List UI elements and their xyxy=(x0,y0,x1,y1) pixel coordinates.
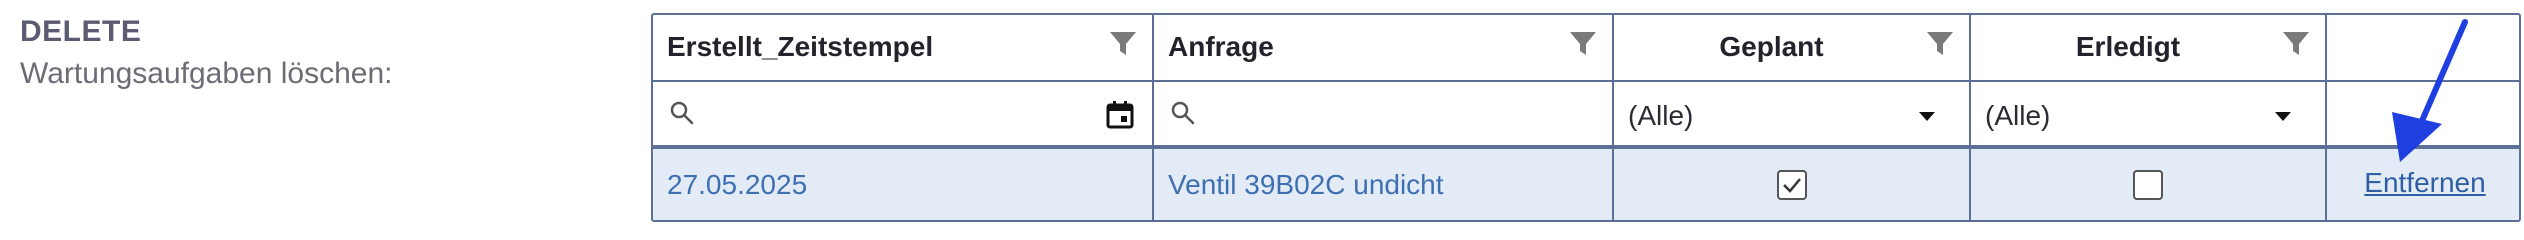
chevron-down-icon xyxy=(2275,111,2291,121)
column-header-actions xyxy=(2326,15,2519,81)
search-icon xyxy=(670,101,694,124)
filter-funnel-icon[interactable] xyxy=(1925,29,1955,59)
cell-anfrage[interactable]: Ventil 39B02C undicht xyxy=(1153,147,1614,220)
maintenance-tasks-grid: Erstellt_Zeitstempel Anfrage Geplant Erl… xyxy=(651,13,2521,222)
cell-actions: Entfernen xyxy=(2326,147,2519,220)
geplant-filter-value: (Alle) xyxy=(1628,99,1694,131)
filter-funnel-icon[interactable] xyxy=(2281,29,2311,59)
section-subtitle: Wartungsaufgaben löschen: xyxy=(20,57,393,90)
section-header: DELETE Wartungsaufgaben löschen: xyxy=(20,12,392,96)
search-icon xyxy=(1171,101,1195,124)
cell-erstellt-zeitstempel[interactable]: 27.05.2025 xyxy=(653,147,1154,220)
filter-geplant[interactable]: (Alle) xyxy=(1613,80,1971,148)
erledigt-filter-value: (Alle) xyxy=(1985,99,2051,131)
column-header-geplant[interactable]: Geplant xyxy=(1613,15,1971,81)
cell-value: 27.05.2025 xyxy=(667,169,808,201)
cell-value: Ventil 39B02C undicht xyxy=(1168,169,1444,201)
column-label: Erstellt_Zeitstempel xyxy=(667,31,934,62)
erledigt-filter-select[interactable]: (Alle) xyxy=(1985,96,2311,136)
checkmark-icon xyxy=(1782,177,1801,193)
filter-erledigt[interactable]: (Alle) xyxy=(1970,80,2327,148)
section-title: DELETE xyxy=(20,15,142,48)
geplant-checkbox-checked[interactable] xyxy=(1776,169,1807,200)
column-label: Anfrage xyxy=(1168,31,1274,62)
column-label: Geplant xyxy=(1719,31,1824,62)
column-header-erstellt-zeitstempel[interactable]: Erstellt_Zeitstempel xyxy=(653,15,1154,81)
column-label: Erledigt xyxy=(2075,31,2181,62)
filter-funnel-icon[interactable] xyxy=(1568,29,1598,59)
remove-link[interactable]: Entfernen xyxy=(2327,167,2519,199)
filter-funnel-icon[interactable] xyxy=(1108,29,1138,59)
cell-erledigt[interactable] xyxy=(1970,147,2327,220)
cell-geplant[interactable] xyxy=(1613,147,1971,220)
grid-filter-row: (Alle) (Alle) xyxy=(653,80,2519,148)
filter-erstellt-zeitstempel[interactable] xyxy=(653,80,1154,148)
filter-anfrage[interactable] xyxy=(1153,80,1614,148)
grid-header-row: Erstellt_Zeitstempel Anfrage Geplant Erl… xyxy=(653,15,2519,81)
column-header-anfrage[interactable]: Anfrage xyxy=(1153,15,1614,81)
erledigt-checkbox-unchecked[interactable] xyxy=(2133,169,2163,200)
table-row[interactable]: 27.05.2025 Ventil 39B02C undicht Entfern… xyxy=(653,147,2519,220)
geplant-filter-select[interactable]: (Alle) xyxy=(1628,96,1955,136)
filter-actions xyxy=(2326,81,2519,148)
column-header-erledigt[interactable]: Erledigt xyxy=(1970,15,2327,81)
calendar-icon[interactable] xyxy=(1104,99,1136,131)
chevron-down-icon xyxy=(1919,111,1935,121)
